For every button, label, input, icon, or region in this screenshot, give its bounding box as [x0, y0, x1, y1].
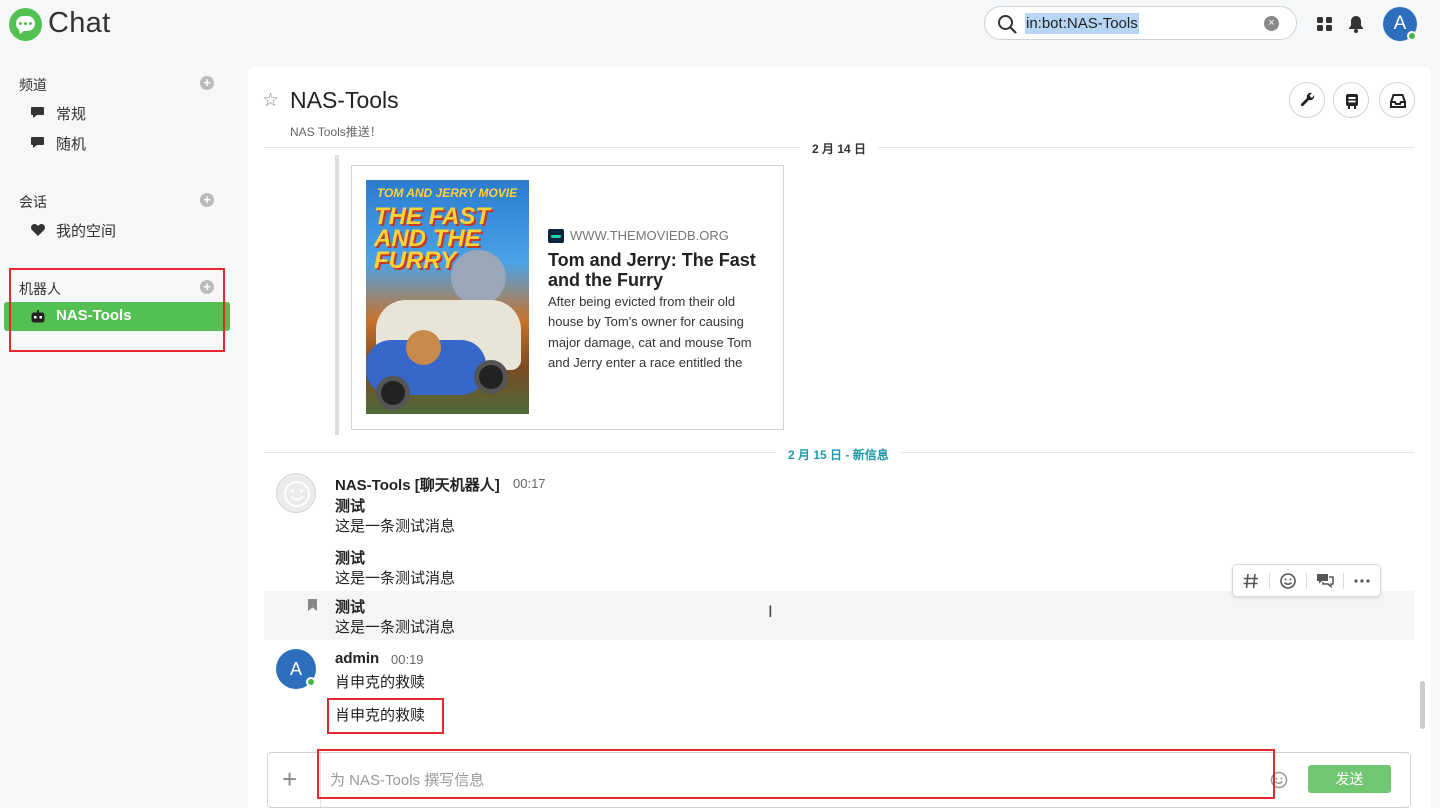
- toolbar-divider: [1343, 573, 1344, 589]
- channel-panel: ☆ NAS-Tools NAS Tools推送！ 2 月 14 日 TOM AN…: [248, 67, 1431, 808]
- add-channel-button[interactable]: +: [200, 76, 214, 90]
- send-button[interactable]: 发送: [1308, 765, 1391, 793]
- chat-logo-icon[interactable]: [9, 8, 42, 41]
- message-actions-toolbar: [1232, 564, 1381, 597]
- poster-mouse-shape: [406, 330, 441, 365]
- link-preview-card[interactable]: TOM AND JERRY MOVIE THE FAST AND THE FUR…: [351, 165, 784, 430]
- toolbar-divider: [1269, 573, 1270, 589]
- message-body: 这是一条测试消息: [335, 619, 456, 636]
- message-time[interactable]: 00:17: [513, 476, 546, 491]
- quote-bar: [335, 155, 339, 435]
- sidebar-item-label: 常规: [56, 106, 87, 123]
- embed-description: After being evicted from their old house…: [548, 294, 752, 370]
- text-cursor-icon: Ⅰ: [768, 604, 773, 621]
- sidebar-item-random[interactable]: 随机: [4, 128, 230, 157]
- highlight-box-bots: [9, 268, 225, 352]
- bell-icon[interactable]: [1346, 14, 1366, 34]
- poster-cat-shape: [451, 250, 506, 305]
- speech-bubble-icon: [31, 107, 44, 118]
- inbox-button[interactable]: [1379, 82, 1415, 118]
- smiley-icon: [284, 481, 310, 507]
- add-conversation-button[interactable]: +: [200, 193, 214, 207]
- bookmark-icon[interactable]: [308, 599, 317, 611]
- new-messages-label: 2 月 15 日 - 新信息: [776, 446, 901, 463]
- apps-grid-icon[interactable]: [1315, 14, 1335, 34]
- heart-icon: [30, 223, 46, 236]
- online-status-dot: [306, 677, 316, 687]
- bot-chat-icon: [1346, 94, 1358, 109]
- sidebar-item-label: 随机: [56, 136, 87, 153]
- wrench-icon: [1300, 92, 1315, 107]
- message-title: 测试: [335, 498, 366, 515]
- highlight-box-composer: [317, 749, 1275, 799]
- message-title: 测试: [335, 550, 366, 567]
- inbox-icon: [1390, 94, 1406, 108]
- reply-thread-icon[interactable]: [1315, 571, 1335, 591]
- toolbar-divider: [1306, 573, 1307, 589]
- highlight-box-message: [327, 698, 444, 734]
- channel-title: NAS-Tools: [290, 87, 399, 113]
- poster-top-text: TOM AND JERRY MOVIE: [376, 186, 518, 200]
- sidebar-item-my-space[interactable]: 我的空间: [4, 215, 230, 244]
- sidebar: 频道 + 常规 随机 会话 + 我的空间 机器人 + NAS-Tools: [0, 52, 248, 808]
- message-body: 这是一条测试消息: [335, 570, 456, 587]
- bot-avatar[interactable]: [276, 473, 316, 513]
- scrollbar-thumb[interactable]: [1420, 681, 1425, 729]
- poster-wheel-shape: [376, 376, 410, 410]
- sidebar-item-label: 我的空间: [56, 223, 117, 240]
- top-bar: Chat in:bot:NAS-Tools × A: [0, 0, 1440, 52]
- sidebar-item-general[interactable]: 常规: [4, 98, 230, 127]
- message-title: 测试: [335, 599, 366, 616]
- online-status-dot: [1407, 31, 1417, 41]
- message-time[interactable]: 00:19: [391, 652, 424, 667]
- more-options-icon[interactable]: [1352, 571, 1372, 591]
- tmdb-icon: [548, 229, 564, 243]
- attach-plus-button[interactable]: +: [282, 764, 297, 795]
- channels-section-title: 频道: [19, 77, 47, 93]
- search-input[interactable]: in:bot:NAS-Tools: [1025, 13, 1139, 34]
- date-label: 2 月 14 日: [800, 140, 879, 157]
- message-sender[interactable]: NAS-Tools [聊天机器人]: [335, 474, 500, 495]
- embed-site: WWW.THEMOVIEDB.ORG: [570, 228, 729, 243]
- message-body: 肖申克的救赎: [335, 674, 426, 691]
- star-icon[interactable]: ☆: [262, 89, 279, 112]
- app-title[interactable]: Chat: [48, 7, 110, 40]
- conversations-section-title: 会话: [19, 194, 47, 210]
- search-box[interactable]: in:bot:NAS-Tools ×: [984, 6, 1297, 40]
- hashtag-icon[interactable]: [1241, 571, 1261, 591]
- channel-description: NAS Tools推送！: [290, 125, 382, 139]
- message-body: 这是一条测试消息: [335, 518, 456, 535]
- embed-title[interactable]: Tom and Jerry: The Fast and the Furry: [548, 250, 773, 290]
- message-sender[interactable]: admin: [335, 650, 379, 667]
- chat-info-button[interactable]: [1333, 82, 1369, 118]
- movie-poster-image[interactable]: TOM AND JERRY MOVIE THE FAST AND THE FUR…: [366, 180, 529, 414]
- speech-bubble-icon: [31, 137, 44, 148]
- emoji-reaction-icon[interactable]: [1278, 571, 1298, 591]
- search-icon[interactable]: [997, 14, 1017, 34]
- settings-button[interactable]: [1289, 82, 1325, 118]
- poster-wheel-shape: [474, 360, 508, 394]
- clear-search-icon[interactable]: ×: [1264, 16, 1279, 31]
